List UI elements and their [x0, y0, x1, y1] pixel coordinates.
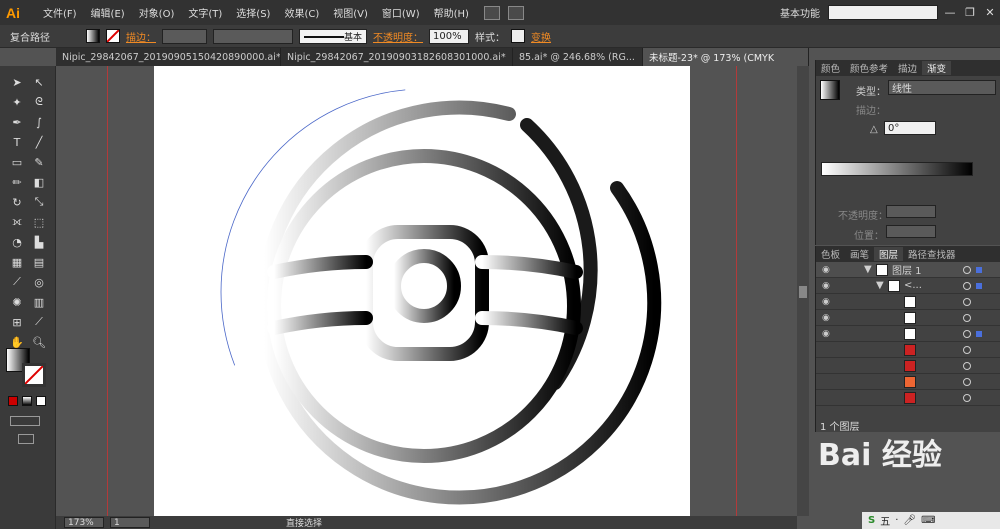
layer-row[interactable]: ◉ ▼ 图层 1 — [816, 262, 1000, 278]
mic-icon[interactable]: 🎤︎ — [903, 515, 916, 526]
tab-color-guide[interactable]: 颜色参考 — [845, 61, 893, 75]
eye-icon[interactable]: ◉ — [822, 281, 830, 291]
layer-thumbnail — [904, 327, 916, 340]
tab-stroke[interactable]: 描边 — [893, 61, 922, 75]
stop-location-input[interactable] — [886, 225, 936, 238]
layers-panel: 色板 画笔 图层 路径查找器 ◉ ▼ 图层 1 ◉ ▼ <... ◉ ◉ ◉ 1… — [815, 246, 1000, 433]
target-icon[interactable] — [963, 345, 971, 354]
angle-icon: △ — [870, 124, 878, 135]
layer-thumbnail — [904, 343, 916, 356]
layer-thumbnail — [876, 263, 888, 276]
layer-row[interactable] — [816, 374, 1000, 390]
spoke-right-bottom[interactable] — [475, 311, 583, 335]
eye-icon[interactable]: ◉ — [822, 297, 830, 307]
tab-layers[interactable]: 图层 — [874, 247, 904, 261]
target-icon[interactable] — [963, 313, 971, 322]
tab-brushes[interactable]: 画笔 — [845, 247, 874, 261]
layer-row[interactable]: ◉ — [816, 310, 1000, 326]
layer-row[interactable] — [816, 358, 1000, 374]
scrollbar-thumb[interactable] — [799, 286, 807, 298]
expand-arrow-icon[interactable]: ▼ — [876, 280, 884, 291]
inner-ring[interactable] — [267, 149, 581, 463]
sublayer-name[interactable]: <... — [904, 280, 922, 291]
tab-pathfinder[interactable]: 路径查找器 — [903, 247, 961, 261]
zoom-dropdown[interactable]: 173% — [64, 517, 104, 528]
layer-row[interactable]: ◉ ▼ <... — [816, 278, 1000, 294]
layer-thumbnail — [904, 375, 916, 388]
steering-wheel-graphic[interactable] — [257, 100, 662, 505]
stop-opacity-input[interactable] — [886, 205, 936, 218]
target-icon[interactable] — [963, 297, 971, 306]
spoke-left-bottom[interactable] — [267, 311, 373, 335]
layer-name[interactable]: 图层 1 — [892, 262, 922, 277]
layer-thumbnail — [904, 295, 916, 308]
tray-dot[interactable]: · — [895, 515, 898, 526]
gradient-panel-tabs: 颜色 颜色参考 描边 渐变 — [816, 60, 1000, 76]
hub-circle[interactable] — [387, 249, 461, 323]
layer-thumbnail — [904, 359, 916, 372]
gradient-preview[interactable] — [820, 80, 840, 100]
target-icon[interactable] — [963, 361, 971, 370]
layer-thumbnail — [904, 311, 916, 324]
expand-arrow-icon[interactable]: ▼ — [864, 264, 872, 275]
current-tool-label: 直接选择 — [286, 519, 323, 529]
spoke-right-top[interactable] — [475, 255, 583, 279]
layer-row[interactable] — [816, 390, 1000, 406]
eye-icon[interactable]: ◉ — [822, 313, 830, 323]
vertical-scrollbar[interactable] — [797, 66, 809, 516]
layer-thumbnail — [904, 391, 916, 404]
tab-swatches[interactable]: 色板 — [816, 247, 845, 261]
gradient-slider[interactable] — [821, 162, 973, 176]
gradient-type-dropdown[interactable]: 线性 — [888, 80, 996, 95]
tab-color[interactable]: 颜色 — [816, 61, 845, 75]
opacity-field-label: 不透明度： — [838, 211, 888, 222]
layer-row[interactable] — [816, 342, 1000, 358]
target-icon[interactable] — [963, 377, 971, 386]
target-icon[interactable] — [963, 329, 971, 338]
target-icon[interactable] — [963, 265, 971, 274]
layer-row[interactable]: ◉ — [816, 326, 1000, 342]
status-bar: 173% 1 直接选择 — [56, 516, 797, 529]
keyboard-icon[interactable]: ⌨ — [921, 515, 935, 526]
angle-input[interactable]: 0° — [884, 121, 936, 135]
layers-panel-tabs: 色板 画笔 图层 路径查找器 — [816, 246, 1000, 262]
tray-sogou-icon[interactable]: S — [868, 515, 875, 526]
location-field-label: 位置： — [854, 231, 884, 242]
gradient-panel: 颜色 颜色参考 描边 渐变 类型： 线性 描边： △ 0° 不透明度： 位置： — [815, 60, 1000, 245]
eye-icon[interactable]: ◉ — [822, 265, 830, 275]
target-icon[interactable] — [963, 281, 971, 290]
eye-icon[interactable]: ◉ — [822, 329, 830, 339]
layer-row[interactable]: ◉ — [816, 294, 1000, 310]
layer-thumbnail — [888, 279, 900, 292]
stroke-gradient-label: 描边： — [856, 106, 886, 117]
artboard-number[interactable]: 1 — [110, 517, 150, 528]
tray-input-mode[interactable]: 五 — [880, 513, 890, 528]
selection-indicator — [976, 282, 982, 289]
selection-indicator — [976, 266, 982, 273]
system-tray: S 五 · 🎤︎ ⌨ — [862, 512, 1000, 529]
type-label: 类型： — [856, 87, 886, 98]
tab-gradient[interactable]: 渐变 — [922, 61, 952, 75]
baidu-watermark: Bai 经验 — [818, 438, 942, 473]
target-icon[interactable] — [963, 393, 971, 402]
selection-indicator — [976, 330, 982, 337]
spoke-left-top[interactable] — [267, 255, 373, 279]
